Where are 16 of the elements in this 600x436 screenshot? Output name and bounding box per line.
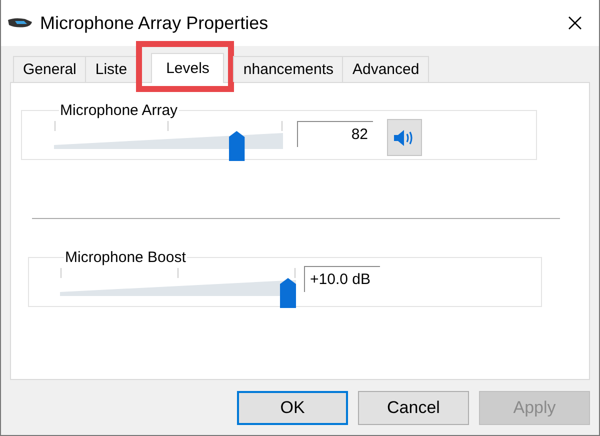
dialog-button[interactable]: OK <box>237 391 348 425</box>
dialog-button[interactable]: Cancel <box>358 391 469 425</box>
level-field[interactable]: 82 <box>297 121 373 147</box>
group-title: Microphone Array <box>59 102 179 119</box>
slider-thumb[interactable] <box>280 278 296 308</box>
window-title: Microphone Array Properties <box>40 12 268 34</box>
slider-thumb[interactable] <box>228 131 245 161</box>
level-field[interactable]: +10.0 dB <box>304 266 380 292</box>
microphone-icon <box>7 17 33 29</box>
speaker-button[interactable] <box>387 119 422 156</box>
tab[interactable]: General <box>13 56 86 82</box>
close-icon[interactable] <box>568 16 582 30</box>
tab[interactable]: nhancements <box>233 56 344 82</box>
tab[interactable]: Advanced <box>342 56 430 82</box>
group-title: Microphone Boost <box>64 249 187 266</box>
tab[interactable]: Levels <box>151 53 224 83</box>
